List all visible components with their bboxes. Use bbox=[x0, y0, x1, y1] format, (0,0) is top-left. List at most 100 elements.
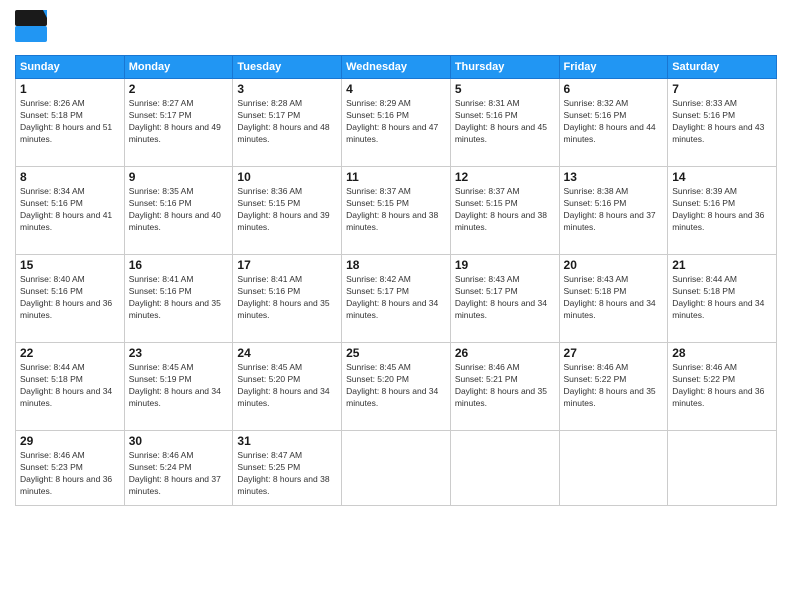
day-info: Sunrise: 8:44 AMSunset: 5:18 PMDaylight:… bbox=[20, 362, 120, 410]
calendar-day-cell: 17Sunrise: 8:41 AMSunset: 5:16 PMDayligh… bbox=[233, 255, 342, 343]
day-number: 9 bbox=[129, 170, 229, 184]
header bbox=[15, 10, 777, 47]
day-info: Sunrise: 8:41 AMSunset: 5:16 PMDaylight:… bbox=[237, 274, 337, 322]
day-number: 15 bbox=[20, 258, 120, 272]
day-info: Sunrise: 8:26 AMSunset: 5:18 PMDaylight:… bbox=[20, 98, 120, 146]
day-number: 25 bbox=[346, 346, 446, 360]
day-info: Sunrise: 8:46 AMSunset: 5:21 PMDaylight:… bbox=[455, 362, 555, 410]
day-of-week-header: Sunday bbox=[16, 56, 125, 79]
day-number: 30 bbox=[129, 434, 229, 448]
day-info: Sunrise: 8:45 AMSunset: 5:20 PMDaylight:… bbox=[346, 362, 446, 410]
calendar-day-cell: 20Sunrise: 8:43 AMSunset: 5:18 PMDayligh… bbox=[559, 255, 668, 343]
day-info: Sunrise: 8:36 AMSunset: 5:15 PMDaylight:… bbox=[237, 186, 337, 234]
day-number: 5 bbox=[455, 82, 555, 96]
day-of-week-header: Thursday bbox=[450, 56, 559, 79]
calendar-week-row: 1 Sunrise: 8:26 AMSunset: 5:18 PMDaylight… bbox=[16, 79, 777, 167]
calendar-day-cell: 24 Sunrise: 8:45 AMSunset: 5:20 PMDayligh… bbox=[233, 343, 342, 431]
day-number: 2 bbox=[129, 82, 229, 96]
calendar-day-cell: 19 Sunrise: 8:43 AMSunset: 5:17 PMDayligh… bbox=[450, 255, 559, 343]
calendar-week-row: 8Sunrise: 8:34 AMSunset: 5:16 PMDaylight… bbox=[16, 167, 777, 255]
day-info: Sunrise: 8:45 AMSunset: 5:19 PMDaylight:… bbox=[129, 362, 229, 410]
calendar-header-row: SundayMondayTuesdayWednesdayThursdayFrid… bbox=[16, 56, 777, 79]
calendar-week-row: 22 Sunrise: 8:44 AMSunset: 5:18 PMDayligh… bbox=[16, 343, 777, 431]
day-info: Sunrise: 8:47 AMSunset: 5:25 PMDaylight:… bbox=[237, 450, 337, 498]
day-info: Sunrise: 8:37 AMSunset: 5:15 PMDaylight:… bbox=[455, 186, 555, 234]
calendar-day-cell: 30 Sunrise: 8:46 AMSunset: 5:24 PMDayligh… bbox=[124, 431, 233, 506]
day-number: 3 bbox=[237, 82, 337, 96]
day-of-week-header: Saturday bbox=[668, 56, 777, 79]
day-number: 10 bbox=[237, 170, 337, 184]
day-number: 11 bbox=[346, 170, 446, 184]
day-info: Sunrise: 8:28 AMSunset: 5:17 PMDaylight:… bbox=[237, 98, 337, 146]
calendar-day-cell: 10 Sunrise: 8:36 AMSunset: 5:15 PMDayligh… bbox=[233, 167, 342, 255]
day-number: 22 bbox=[20, 346, 120, 360]
day-number: 13 bbox=[564, 170, 664, 184]
calendar-day-cell: 14 Sunrise: 8:39 AMSunset: 5:16 PMDayligh… bbox=[668, 167, 777, 255]
day-number: 19 bbox=[455, 258, 555, 272]
day-info: Sunrise: 8:39 AMSunset: 5:16 PMDaylight:… bbox=[672, 186, 772, 234]
calendar-day-cell: 29Sunrise: 8:46 AMSunset: 5:23 PMDayligh… bbox=[16, 431, 125, 506]
calendar-day-cell bbox=[668, 431, 777, 506]
calendar-day-cell: 26Sunrise: 8:46 AMSunset: 5:21 PMDayligh… bbox=[450, 343, 559, 431]
day-info: Sunrise: 8:27 AMSunset: 5:17 PMDaylight:… bbox=[129, 98, 229, 146]
day-info: Sunrise: 8:32 AMSunset: 5:16 PMDaylight:… bbox=[564, 98, 664, 146]
day-of-week-header: Friday bbox=[559, 56, 668, 79]
day-number: 24 bbox=[237, 346, 337, 360]
calendar-day-cell: 27Sunrise: 8:46 AMSunset: 5:22 PMDayligh… bbox=[559, 343, 668, 431]
day-number: 16 bbox=[129, 258, 229, 272]
calendar-day-cell: 22 Sunrise: 8:44 AMSunset: 5:18 PMDayligh… bbox=[16, 343, 125, 431]
calendar-day-cell: 6 Sunrise: 8:32 AMSunset: 5:16 PMDaylight… bbox=[559, 79, 668, 167]
day-info: Sunrise: 8:46 AMSunset: 5:22 PMDaylight:… bbox=[672, 362, 772, 410]
day-of-week-header: Tuesday bbox=[233, 56, 342, 79]
day-info: Sunrise: 8:41 AMSunset: 5:16 PMDaylight:… bbox=[129, 274, 229, 322]
day-info: Sunrise: 8:38 AMSunset: 5:16 PMDaylight:… bbox=[564, 186, 664, 234]
day-number: 31 bbox=[237, 434, 337, 448]
calendar-day-cell: 3 Sunrise: 8:28 AMSunset: 5:17 PMDaylight… bbox=[233, 79, 342, 167]
day-number: 1 bbox=[20, 82, 120, 96]
day-number: 12 bbox=[455, 170, 555, 184]
calendar-day-cell: 1 Sunrise: 8:26 AMSunset: 5:18 PMDaylight… bbox=[16, 79, 125, 167]
day-info: Sunrise: 8:44 AMSunset: 5:18 PMDaylight:… bbox=[672, 274, 772, 322]
day-number: 28 bbox=[672, 346, 772, 360]
calendar-day-cell: 12 Sunrise: 8:37 AMSunset: 5:15 PMDayligh… bbox=[450, 167, 559, 255]
calendar-day-cell bbox=[450, 431, 559, 506]
day-info: Sunrise: 8:31 AMSunset: 5:16 PMDaylight:… bbox=[455, 98, 555, 146]
day-info: Sunrise: 8:43 AMSunset: 5:17 PMDaylight:… bbox=[455, 274, 555, 322]
calendar-table: SundayMondayTuesdayWednesdayThursdayFrid… bbox=[15, 55, 777, 506]
day-number: 7 bbox=[672, 82, 772, 96]
calendar-day-cell: 8Sunrise: 8:34 AMSunset: 5:16 PMDaylight… bbox=[16, 167, 125, 255]
day-number: 8 bbox=[20, 170, 120, 184]
calendar-day-cell: 23Sunrise: 8:45 AMSunset: 5:19 PMDayligh… bbox=[124, 343, 233, 431]
calendar-day-cell: 5 Sunrise: 8:31 AMSunset: 5:16 PMDaylight… bbox=[450, 79, 559, 167]
calendar-day-cell: 2 Sunrise: 8:27 AMSunset: 5:17 PMDaylight… bbox=[124, 79, 233, 167]
day-info: Sunrise: 8:29 AMSunset: 5:16 PMDaylight:… bbox=[346, 98, 446, 146]
calendar-day-cell: 9 Sunrise: 8:35 AMSunset: 5:16 PMDaylight… bbox=[124, 167, 233, 255]
day-info: Sunrise: 8:33 AMSunset: 5:16 PMDaylight:… bbox=[672, 98, 772, 146]
calendar-day-cell: 13 Sunrise: 8:38 AMSunset: 5:16 PMDayligh… bbox=[559, 167, 668, 255]
calendar-week-row: 29Sunrise: 8:46 AMSunset: 5:23 PMDayligh… bbox=[16, 431, 777, 506]
day-number: 4 bbox=[346, 82, 446, 96]
day-info: Sunrise: 8:45 AMSunset: 5:20 PMDaylight:… bbox=[237, 362, 337, 410]
logo bbox=[15, 10, 51, 47]
calendar-day-cell bbox=[559, 431, 668, 506]
calendar-day-cell: 15 Sunrise: 8:40 AMSunset: 5:16 PMDayligh… bbox=[16, 255, 125, 343]
calendar-day-cell: 16 Sunrise: 8:41 AMSunset: 5:16 PMDayligh… bbox=[124, 255, 233, 343]
day-of-week-header: Wednesday bbox=[342, 56, 451, 79]
calendar-day-cell: 31 Sunrise: 8:47 AMSunset: 5:25 PMDayligh… bbox=[233, 431, 342, 506]
day-info: Sunrise: 8:42 AMSunset: 5:17 PMDaylight:… bbox=[346, 274, 446, 322]
day-info: Sunrise: 8:46 AMSunset: 5:24 PMDaylight:… bbox=[129, 450, 229, 498]
page: SundayMondayTuesdayWednesdayThursdayFrid… bbox=[0, 0, 792, 612]
calendar-day-cell: 21Sunrise: 8:44 AMSunset: 5:18 PMDayligh… bbox=[668, 255, 777, 343]
calendar-day-cell: 4 Sunrise: 8:29 AMSunset: 5:16 PMDaylight… bbox=[342, 79, 451, 167]
day-info: Sunrise: 8:37 AMSunset: 5:15 PMDaylight:… bbox=[346, 186, 446, 234]
day-info: Sunrise: 8:40 AMSunset: 5:16 PMDaylight:… bbox=[20, 274, 120, 322]
day-number: 14 bbox=[672, 170, 772, 184]
day-info: Sunrise: 8:35 AMSunset: 5:16 PMDaylight:… bbox=[129, 186, 229, 234]
day-info: Sunrise: 8:46 AMSunset: 5:23 PMDaylight:… bbox=[20, 450, 120, 498]
day-info: Sunrise: 8:46 AMSunset: 5:22 PMDaylight:… bbox=[564, 362, 664, 410]
day-number: 18 bbox=[346, 258, 446, 272]
calendar-day-cell: 18 Sunrise: 8:42 AMSunset: 5:17 PMDayligh… bbox=[342, 255, 451, 343]
day-number: 20 bbox=[564, 258, 664, 272]
day-number: 6 bbox=[564, 82, 664, 96]
calendar-day-cell: 28 Sunrise: 8:46 AMSunset: 5:22 PMDayligh… bbox=[668, 343, 777, 431]
